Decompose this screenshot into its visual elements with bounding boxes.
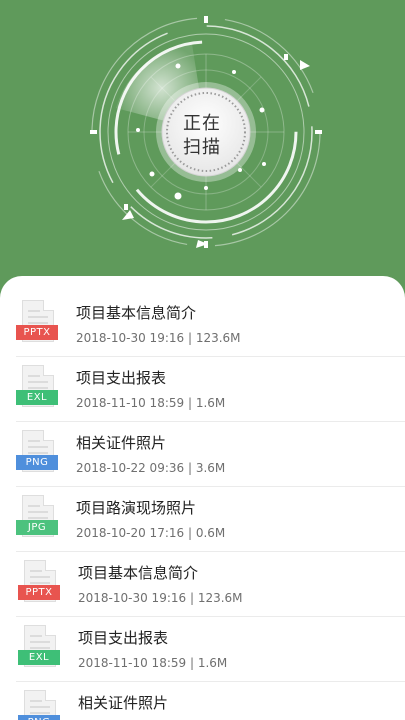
- file-meta: 2018-10-20 17:16 | 0.6M: [76, 525, 225, 541]
- document-icon: PPTX: [16, 300, 62, 348]
- file-size: 1.6M: [195, 396, 226, 410]
- file-name: 相关证件照片: [78, 694, 169, 712]
- file-meta: 2018-10-30 19:16 | 123.6M: [76, 330, 241, 346]
- file-meta: 2018-10-22 09:36 | 3.6M: [76, 460, 225, 476]
- file-date: 2018-11-10 18:59: [76, 396, 185, 410]
- file-list-item[interactable]: PPTX 项目基本信息简介 2018-10-30 19:16 | 123.6M: [0, 552, 405, 617]
- file-type-label: PNG: [18, 715, 60, 720]
- meta-separator: |: [186, 591, 198, 605]
- file-size: 1.6M: [197, 656, 228, 670]
- meta-separator: |: [184, 526, 196, 540]
- scan-header: 正在 扫描: [0, 0, 405, 290]
- file-type-label: PPTX: [18, 585, 60, 600]
- file-name: 项目基本信息简介: [78, 564, 199, 582]
- document-icon: EXL: [16, 365, 62, 413]
- file-list-item[interactable]: PNG 相关证件照片 2018-10-22 09:36 | 3.6M: [0, 422, 405, 487]
- file-name: 项目基本信息简介: [76, 304, 197, 322]
- file-name: 相关证件照片: [76, 434, 167, 452]
- file-type-label: PNG: [16, 455, 58, 470]
- file-list-panel: PPTX 项目基本信息简介 2018-10-30 19:16 | 123.6M EXL…: [0, 276, 405, 720]
- file-type-label: EXL: [16, 390, 58, 405]
- file-date: 2018-10-20 17:16: [76, 526, 185, 540]
- scanning-label: 正在 扫描: [171, 112, 233, 160]
- file-date: 2018-10-30 19:16: [76, 331, 185, 345]
- file-list-item[interactable]: EXL 项目支出报表 2018-11-10 18:59 | 1.6M: [0, 357, 405, 422]
- document-icon: EXL: [18, 625, 64, 673]
- document-icon: JPG: [16, 495, 62, 543]
- file-size: 123.6M: [195, 331, 241, 345]
- file-meta: 2018-11-10 18:59 | 1.6M: [78, 655, 227, 671]
- file-name: 项目支出报表: [78, 629, 169, 647]
- scanning-label-line2: 扫描: [183, 137, 221, 158]
- file-list-item[interactable]: EXL 项目支出报表 2018-11-10 18:59 | 1.6M: [0, 617, 405, 682]
- file-date: 2018-10-30 19:16: [78, 591, 187, 605]
- file-size: 0.6M: [195, 526, 226, 540]
- scanning-label-line1: 正在: [183, 113, 221, 134]
- document-icon: PNG: [16, 430, 62, 478]
- file-type-label: EXL: [18, 650, 60, 665]
- file-meta: 2018-11-10 18:59 | 1.6M: [76, 395, 225, 411]
- document-icon: PNG: [18, 690, 64, 720]
- file-type-label: JPG: [16, 520, 58, 535]
- file-list-item[interactable]: PPTX 项目基本信息简介 2018-10-30 19:16 | 123.6M: [0, 292, 405, 357]
- file-date: 2018-11-10 18:59: [78, 656, 187, 670]
- meta-separator: |: [184, 461, 196, 475]
- file-size: 123.6M: [197, 591, 243, 605]
- document-icon: PPTX: [18, 560, 64, 608]
- file-list-item[interactable]: JPG 项目路演现场照片 2018-10-20 17:16 | 0.6M: [0, 487, 405, 552]
- meta-separator: |: [184, 396, 196, 410]
- file-list-item[interactable]: PNG 相关证件照片: [0, 682, 405, 720]
- file-name: 项目路演现场照片: [76, 499, 197, 517]
- meta-separator: |: [184, 331, 196, 345]
- file-size: 3.6M: [195, 461, 226, 475]
- meta-separator: |: [186, 656, 198, 670]
- file-date: 2018-10-22 09:36: [76, 461, 185, 475]
- file-type-label: PPTX: [16, 325, 58, 340]
- file-name: 项目支出报表: [76, 369, 167, 387]
- file-meta: 2018-10-30 19:16 | 123.6M: [78, 590, 243, 606]
